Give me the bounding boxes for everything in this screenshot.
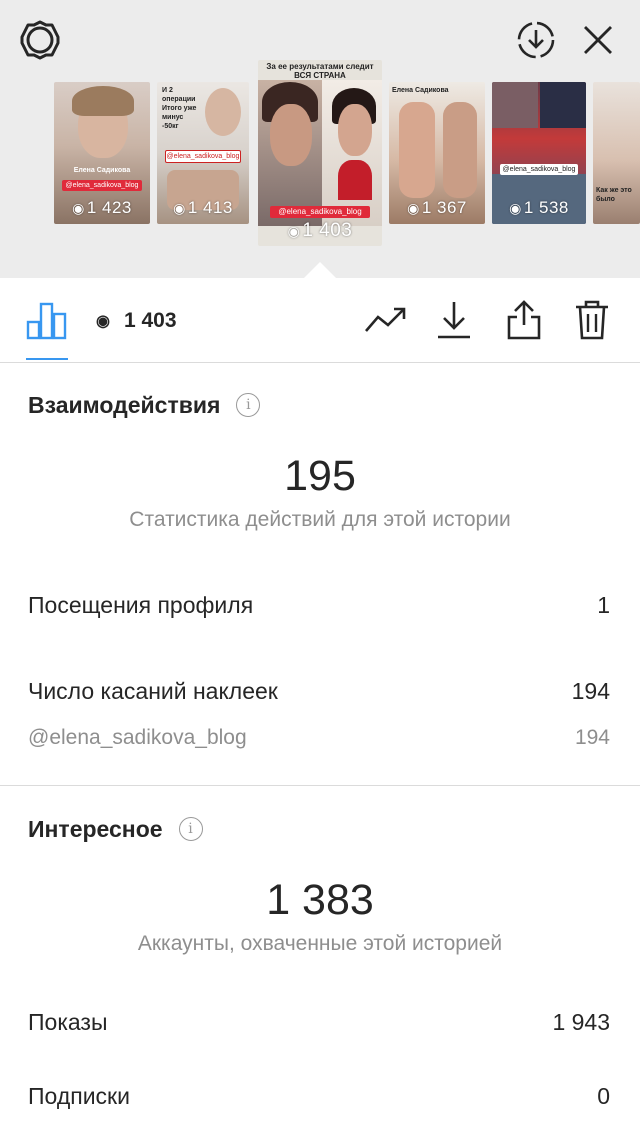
interactions-total: 195 (284, 452, 356, 500)
story-tag: @elena_sadikova_blog (165, 150, 241, 163)
eye-icon: ◉ (509, 200, 522, 216)
delete-button[interactable] (570, 298, 614, 342)
interactions-caption: Статистика действий для этой истории (129, 508, 511, 531)
eye-icon: ◉ (173, 200, 186, 216)
interactions-title: Взаимодействия i (28, 392, 261, 419)
settings-button[interactable] (18, 18, 62, 62)
section-divider (0, 785, 640, 786)
active-tab-indicator (26, 358, 68, 360)
sticker-mention-value: 194 (574, 726, 610, 749)
save-story-button[interactable] (514, 18, 558, 62)
info-icon[interactable]: i (236, 392, 261, 417)
impressions-value: 1 943 (552, 1009, 610, 1035)
sticker-mention-label: @elena_sadikova_blog (28, 726, 247, 749)
eye-icon: ◉ (407, 200, 420, 216)
bar-chart-icon (26, 302, 67, 340)
story-caption: За ее результатами следит ВСЯ СТРАНА (266, 62, 374, 80)
story-view-count: ◉ 1 538 (509, 198, 569, 217)
story-thumbnail[interactable]: Елена Садикова ◉ 1 367 (389, 82, 485, 224)
trash-icon (576, 300, 608, 340)
sticker-taps-value: 194 (571, 678, 610, 704)
follows-value: 0 (597, 1083, 610, 1109)
viewers-tab[interactable]: ◉ 1 403 (96, 306, 177, 336)
trending-icon (365, 307, 406, 332)
selected-story-pointer (304, 262, 336, 278)
info-icon[interactable]: i (178, 816, 203, 841)
story-caption: Как же это было (596, 187, 632, 203)
story-tag: @elena_sadikova_blog (500, 164, 578, 175)
eye-icon: ◉ (72, 200, 85, 216)
download-circle-icon (517, 21, 555, 59)
story-view-count: ◉ 1 367 (407, 198, 467, 217)
profile-visits-value: 1 (597, 592, 610, 618)
download-button[interactable] (432, 298, 476, 342)
profile-visits-label: Посещения профиля (28, 592, 254, 618)
impressions-label: Показы (28, 1009, 108, 1035)
discovery-title-text: Интересное (28, 816, 163, 842)
story-thumbnail[interactable]: И 2 операции Итого уже минус -50кг @elen… (157, 82, 249, 224)
interactions-title-text: Взаимодействия (28, 392, 221, 418)
story-thumbnail-selected[interactable]: За ее результатами следит ВСЯ СТРАНА @el… (258, 60, 382, 246)
follows-label: Подписки (28, 1083, 130, 1109)
promote-button[interactable] (364, 298, 408, 342)
story-thumbnail[interactable]: @elena_sadikova_blog ◉ 1 538 (492, 82, 586, 224)
story-view-count: ◉ 1 423 (72, 198, 132, 217)
gear-icon (20, 20, 60, 60)
story-view-count: ◉ 1 413 (173, 198, 233, 217)
close-icon (584, 26, 612, 54)
share-icon (507, 300, 541, 340)
eye-icon: ◉ (287, 223, 301, 239)
discovery-title: Интересное i (28, 816, 203, 843)
eye-icon: ◉ (96, 313, 110, 330)
sticker-taps-label: Число касаний наклеек (28, 678, 278, 704)
story-caption: Елена Садикова (392, 87, 449, 94)
discovery-total: 1 383 (266, 876, 374, 924)
story-thumbnail[interactable]: Как же это было (593, 82, 640, 224)
close-button[interactable] (576, 18, 620, 62)
story-caption: Елена Садикова (73, 167, 131, 174)
viewers-count: 1 403 (123, 309, 177, 332)
story-view-count: ◉ 1 403 (287, 220, 353, 241)
download-icon (438, 302, 470, 339)
story-caption: И 2 операции Итого уже минус -50кг (162, 87, 197, 130)
stories-strip: Елена Садикова @elena_sadikova_blog ◉ 1 4… (0, 0, 640, 278)
insights-tab[interactable] (26, 300, 68, 345)
discovery-caption: Аккаунты, охваченные этой историей (137, 932, 503, 955)
story-tag: @elena_sadikova_blog (270, 206, 370, 218)
story-tag: @elena_sadikova_blog (62, 180, 142, 191)
share-button[interactable] (502, 298, 546, 342)
story-thumbnail[interactable]: Елена Садикова @elena_sadikova_blog ◉ 1 4… (54, 82, 150, 224)
